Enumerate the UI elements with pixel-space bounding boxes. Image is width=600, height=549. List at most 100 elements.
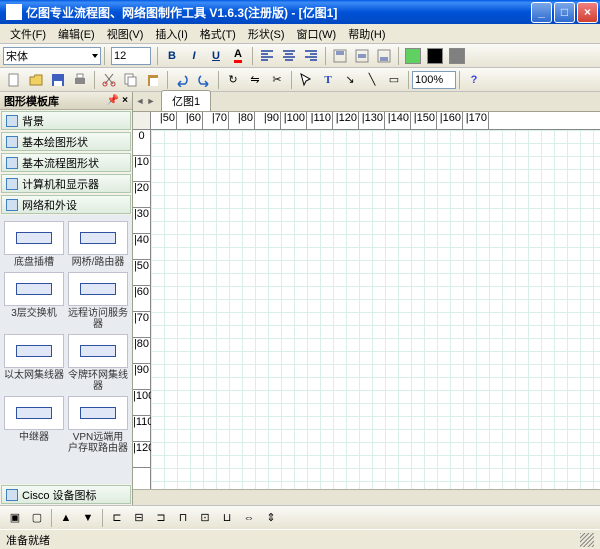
shape-item[interactable]: 远程访问服务器 xyxy=(68,272,128,330)
font-select[interactable]: 宋体 xyxy=(3,47,101,65)
valign-bottom-button[interactable] xyxy=(374,46,394,66)
crop-button[interactable]: ✂ xyxy=(267,70,287,90)
shadow-color-button[interactable] xyxy=(447,46,467,66)
connector-tool[interactable]: ↘ xyxy=(340,70,360,90)
open-button[interactable] xyxy=(26,70,46,90)
menu-window[interactable]: 窗口(W) xyxy=(291,24,343,43)
menu-shape[interactable]: 形状(S) xyxy=(242,24,291,43)
close-button[interactable]: × xyxy=(577,2,598,23)
menu-edit[interactable]: 编辑(E) xyxy=(52,24,101,43)
valign-top-button[interactable] xyxy=(330,46,350,66)
new-button[interactable] xyxy=(4,70,24,90)
line-color-button[interactable] xyxy=(425,46,445,66)
cut-button[interactable] xyxy=(99,70,119,90)
shape-tool[interactable]: ▭ xyxy=(384,70,404,90)
category-item[interactable]: 基本流程图形状 xyxy=(1,153,131,172)
category-icon xyxy=(6,157,18,169)
rotate-button[interactable]: ↻ xyxy=(223,70,243,90)
distribute-v-button[interactable]: ⇕ xyxy=(261,508,281,528)
zoom-value: 100% xyxy=(415,74,443,86)
align-left-obj-button[interactable]: ⊏ xyxy=(107,508,127,528)
category-icon xyxy=(6,136,18,148)
category-label: Cisco 设备图标 xyxy=(22,487,97,503)
zoom-select[interactable]: 100% xyxy=(412,71,456,89)
font-color-button[interactable]: A xyxy=(228,46,248,66)
copy-button[interactable] xyxy=(121,70,141,90)
tab-prev-icon[interactable]: ◄ xyxy=(135,94,145,108)
align-left-button[interactable] xyxy=(257,46,277,66)
maximize-button[interactable]: □ xyxy=(554,2,575,23)
undo-button[interactable] xyxy=(172,70,192,90)
stencil-sidebar: 图形模板库 📌 × 背景 基本绘图形状 基本流程图形状 计算机和显示器 网络和外… xyxy=(0,92,133,505)
horizontal-ruler: |50|60|70|80|90|100|110|120|130|140|150|… xyxy=(151,112,600,130)
menu-bar: 文件(F) 编辑(E) 视图(V) 插入(I) 格式(T) 形状(S) 窗口(W… xyxy=(0,24,600,44)
help-button[interactable]: ? xyxy=(464,70,484,90)
align-middle-obj-button[interactable]: ⊡ xyxy=(195,508,215,528)
shape-palette: 底盘插槽 网桥/路由器 3层交换机 远程访问服务器 以太网集线器 令牌环网集线器… xyxy=(0,215,132,484)
group-button[interactable]: ▣ xyxy=(5,508,25,528)
sidebar-title: 图形模板库 xyxy=(4,93,59,109)
menu-insert[interactable]: 插入(I) xyxy=(149,24,193,43)
app-icon xyxy=(6,4,22,20)
shape-item[interactable]: 网桥/路由器 xyxy=(68,221,128,268)
ruler-corner xyxy=(133,112,151,130)
ungroup-button[interactable]: ▢ xyxy=(27,508,47,528)
standard-toolbar: ↻ ⇋ ✂ T ↘ ╲ ▭ 100% ? xyxy=(0,68,600,92)
vertical-ruler: 0|10|20|30|40|50|60|70|80|90|100|110|120 xyxy=(133,130,151,489)
tab-next-icon[interactable]: ► xyxy=(146,94,156,108)
align-toolbar: ▣ ▢ ▲ ▼ ⊏ ⊟ ⊐ ⊓ ⊡ ⊔ ⇔ ⇕ xyxy=(0,505,600,529)
pin-icon[interactable]: 📌 × xyxy=(107,95,128,106)
category-item[interactable]: 背景 xyxy=(1,111,131,130)
status-text: 准备就绪 xyxy=(6,532,50,548)
font-size-select[interactable]: 12 xyxy=(111,47,151,65)
shape-item[interactable]: 令牌环网集线器 xyxy=(68,334,128,392)
category-item[interactable]: 基本绘图形状 xyxy=(1,132,131,151)
send-back-button[interactable]: ▼ xyxy=(78,508,98,528)
menu-format[interactable]: 格式(T) xyxy=(194,24,242,43)
canvas-area: ◄ ► 亿图1 ◄ ▷ × |50|60|70|80|90|100|110|12… xyxy=(133,92,600,505)
category-item[interactable]: Cisco 设备图标 xyxy=(1,485,131,504)
save-button[interactable] xyxy=(48,70,68,90)
menu-view[interactable]: 视图(V) xyxy=(101,24,150,43)
align-right-button[interactable] xyxy=(301,46,321,66)
valign-middle-button[interactable] xyxy=(352,46,372,66)
category-icon xyxy=(6,178,18,190)
category-item[interactable]: 计算机和显示器 xyxy=(1,174,131,193)
bold-button[interactable]: B xyxy=(162,46,182,66)
category-label: 网络和外设 xyxy=(22,197,77,213)
fill-color-button[interactable] xyxy=(403,46,423,66)
shape-item[interactable]: 中继器 xyxy=(4,396,64,454)
distribute-h-button[interactable]: ⇔ xyxy=(239,508,259,528)
menu-file[interactable]: 文件(F) xyxy=(4,24,52,43)
pointer-tool[interactable] xyxy=(296,70,316,90)
category-label: 背景 xyxy=(22,113,44,129)
category-icon xyxy=(6,199,18,211)
align-bottom-obj-button[interactable]: ⊔ xyxy=(217,508,237,528)
document-tab[interactable]: 亿图1 xyxy=(161,90,211,111)
shape-item[interactable]: 底盘插槽 xyxy=(4,221,64,268)
bring-front-button[interactable]: ▲ xyxy=(56,508,76,528)
align-right-obj-button[interactable]: ⊐ xyxy=(151,508,171,528)
flip-h-button[interactable]: ⇋ xyxy=(245,70,265,90)
print-button[interactable] xyxy=(70,70,90,90)
redo-button[interactable] xyxy=(194,70,214,90)
shape-item[interactable]: 3层交换机 xyxy=(4,272,64,330)
paste-button[interactable] xyxy=(143,70,163,90)
category-item[interactable]: 网络和外设 xyxy=(1,195,131,214)
shape-item[interactable]: 以太网集线器 xyxy=(4,334,64,392)
resize-grip[interactable] xyxy=(580,533,594,547)
align-center-obj-button[interactable]: ⊟ xyxy=(129,508,149,528)
minimize-button[interactable]: _ xyxy=(531,2,552,23)
text-tool[interactable]: T xyxy=(318,70,338,90)
align-top-obj-button[interactable]: ⊓ xyxy=(173,508,193,528)
tab-nav: ◄ ► xyxy=(135,94,156,108)
horizontal-scrollbar[interactable] xyxy=(133,489,600,505)
line-tool[interactable]: ╲ xyxy=(362,70,382,90)
chevron-down-icon xyxy=(92,54,98,58)
underline-button[interactable]: U xyxy=(206,46,226,66)
align-center-button[interactable] xyxy=(279,46,299,66)
menu-help[interactable]: 帮助(H) xyxy=(342,24,391,43)
italic-button[interactable]: I xyxy=(184,46,204,66)
shape-item[interactable]: VPN远端用户存取路由器 xyxy=(68,396,128,454)
drawing-canvas[interactable] xyxy=(151,130,600,489)
